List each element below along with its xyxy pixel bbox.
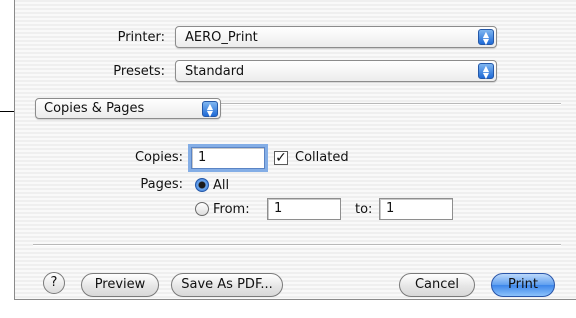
checkmark-icon: ✓	[275, 150, 287, 166]
pages-from-label: From:	[213, 202, 250, 217]
presets-value: Standard	[185, 64, 245, 79]
up-down-arrows-icon: ▲ ▼	[478, 29, 494, 46]
panel-separator	[221, 103, 561, 105]
presets-label: Presets:	[113, 64, 165, 79]
presets-popup[interactable]: Standard ▲ ▼	[175, 60, 497, 82]
print-button[interactable]: Print	[491, 273, 555, 297]
pages-to-label: to:	[355, 202, 373, 217]
save-as-pdf-button[interactable]: Save As PDF...	[171, 273, 283, 297]
preview-button[interactable]: Preview	[81, 273, 159, 297]
collated-checkbox[interactable]: ✓	[274, 151, 288, 165]
printer-value: AERO_Print	[185, 30, 258, 45]
up-down-arrows-icon: ▲ ▼	[478, 63, 494, 80]
print-dialog: Printer: AERO_Print ▲ ▼ Presets: Standard…	[14, 0, 576, 300]
pages-from-field[interactable]: 1	[267, 198, 341, 220]
pages-all-radio[interactable]	[195, 178, 209, 192]
printer-popup[interactable]: AERO_Print ▲ ▼	[175, 26, 497, 48]
pages-to-field[interactable]: 1	[379, 198, 453, 220]
panel-menu-value: Copies & Pages	[44, 101, 145, 116]
collated-label: Collated	[295, 150, 349, 165]
help-button[interactable]: ?	[43, 272, 65, 294]
panel-menu-popup[interactable]: Copies & Pages ▲ ▼	[35, 98, 221, 119]
bottom-separator	[33, 244, 561, 246]
pages-all-label: All	[213, 178, 230, 193]
up-down-arrows-icon: ▲ ▼	[202, 101, 218, 118]
pages-label: Pages:	[140, 177, 183, 192]
pages-from-radio[interactable]	[195, 202, 209, 216]
copies-field[interactable]: 1	[191, 147, 265, 169]
copies-label: Copies:	[134, 150, 183, 165]
cancel-button[interactable]: Cancel	[399, 273, 475, 297]
printer-label: Printer:	[117, 30, 165, 45]
